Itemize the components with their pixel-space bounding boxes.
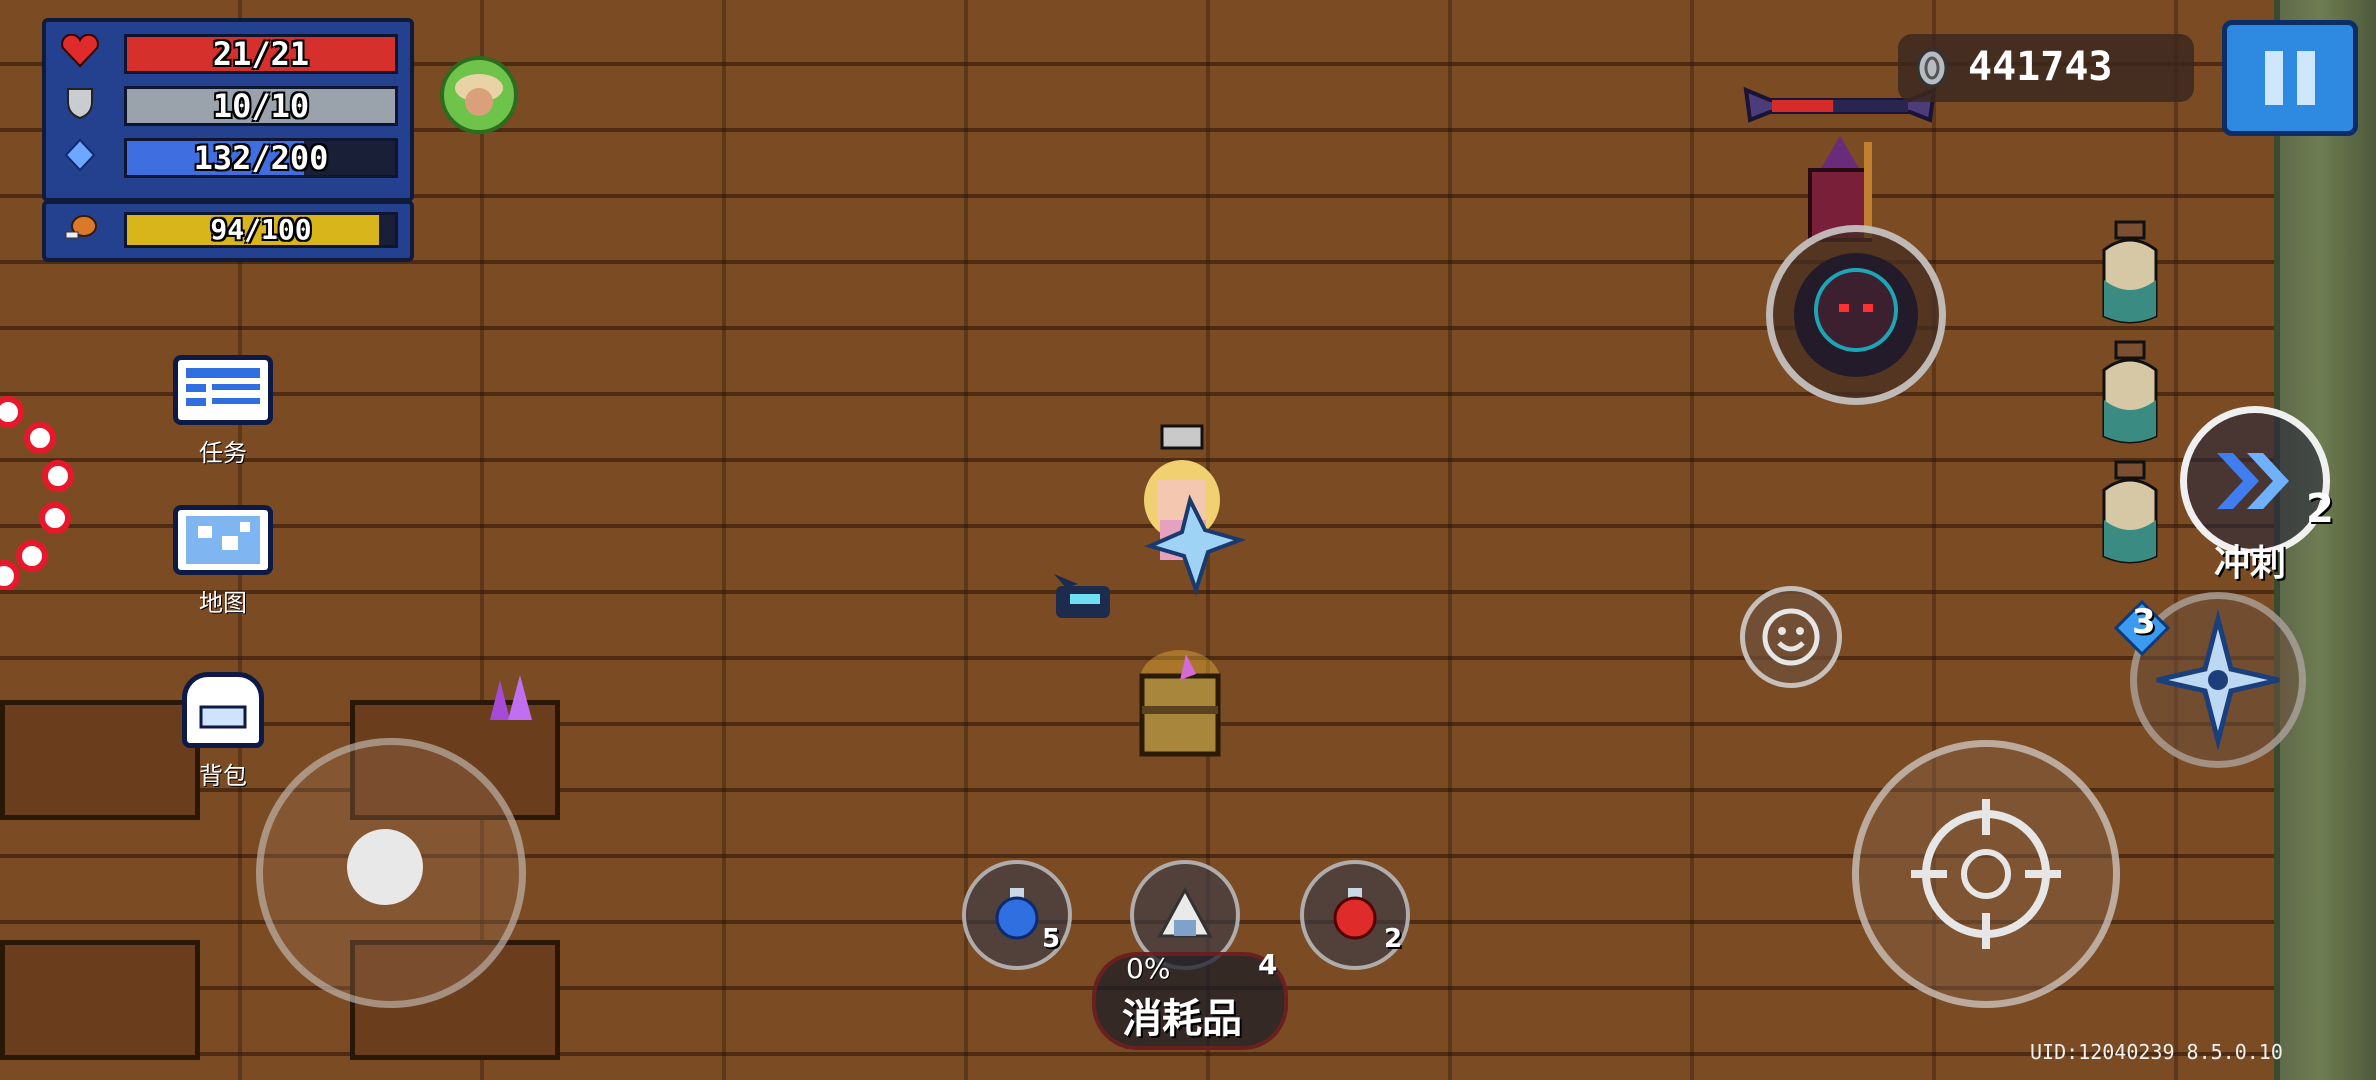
smile-icon: [1762, 608, 1820, 666]
pet-avatar-icon: [440, 56, 518, 134]
map-button[interactable]: 地图: [163, 505, 283, 618]
vase: [2094, 220, 2166, 330]
consumables-label: 消耗品: [1122, 996, 1242, 1042]
move-joystick[interactable]: [256, 738, 526, 1008]
armor-value: 10/10: [212, 87, 310, 125]
character-skill-button[interactable]: [1766, 225, 1946, 405]
backpack-button[interactable]: 背包: [163, 672, 283, 791]
hunger-row: 94/100: [60, 210, 406, 248]
map-icon: [173, 505, 273, 575]
health-value: 21/21: [212, 35, 310, 73]
backpack-icon: [182, 672, 264, 748]
tasks-label: 任务: [199, 439, 247, 467]
uid-text: UID:12040239 8.5.0.10: [2030, 1040, 2283, 1064]
consumables-button[interactable]: 0% 4 消耗品: [1092, 948, 1288, 1050]
health-row: 21/21: [60, 32, 406, 74]
blue-potion-count: 5: [1042, 924, 1061, 954]
dash-count: 2: [2306, 486, 2334, 532]
crystal-decor-icon: [480, 670, 540, 730]
attack-button[interactable]: [1852, 740, 2120, 1008]
hunger-value: 94/100: [210, 213, 312, 246]
crosshair-icon: [1911, 799, 2061, 949]
joystick-knob[interactable]: [347, 829, 423, 905]
backpack-label: 背包: [199, 762, 247, 790]
energy-row: 132/200: [60, 136, 406, 178]
vase: [2094, 460, 2166, 570]
hunger-panel: 94/100: [42, 200, 414, 262]
rice-ball-icon: [1157, 886, 1213, 938]
player-character: [1120, 420, 1250, 610]
coin-icon: [1914, 46, 1950, 90]
red-potion-count: 2: [1384, 924, 1403, 954]
dash-label: 冲刺: [2214, 543, 2287, 584]
coin-counter: 441743: [1898, 34, 2194, 102]
status-panel: 21/21 10/10 132/200: [42, 18, 414, 202]
enemy-bullets: [0, 390, 80, 592]
pause-button[interactable]: [2222, 20, 2358, 136]
hunger-bar: 94/100: [124, 212, 398, 248]
emote-button[interactable]: [1740, 586, 1842, 688]
armor-row: 10/10: [60, 84, 406, 126]
weapon-ammo: 3: [2132, 602, 2156, 642]
pause-icon: [2265, 51, 2315, 105]
chevron-right-icon: [2217, 453, 2289, 509]
energy-crystal-icon: [60, 138, 100, 172]
energy-bar: 132/200: [124, 138, 398, 178]
coin-value: 441743: [1968, 44, 2113, 90]
energy-value: 132/200: [193, 139, 329, 177]
vase: [2094, 340, 2166, 450]
armor-bar: 10/10: [124, 86, 398, 126]
map-label: 地图: [199, 589, 247, 617]
consumables-percent: 0%: [1126, 952, 1171, 985]
shield-icon: [60, 86, 100, 120]
task-list-icon: [173, 355, 273, 425]
treasure-chest[interactable]: [1130, 650, 1230, 770]
wooden-table: [0, 940, 200, 1060]
tasks-button[interactable]: 任务: [163, 355, 283, 468]
pet-cat: [1048, 570, 1116, 624]
drumstick-icon: [60, 212, 100, 246]
health-bar: 21/21: [124, 34, 398, 74]
heart-icon: [60, 33, 100, 68]
consumables-count: 4: [1258, 948, 1278, 981]
